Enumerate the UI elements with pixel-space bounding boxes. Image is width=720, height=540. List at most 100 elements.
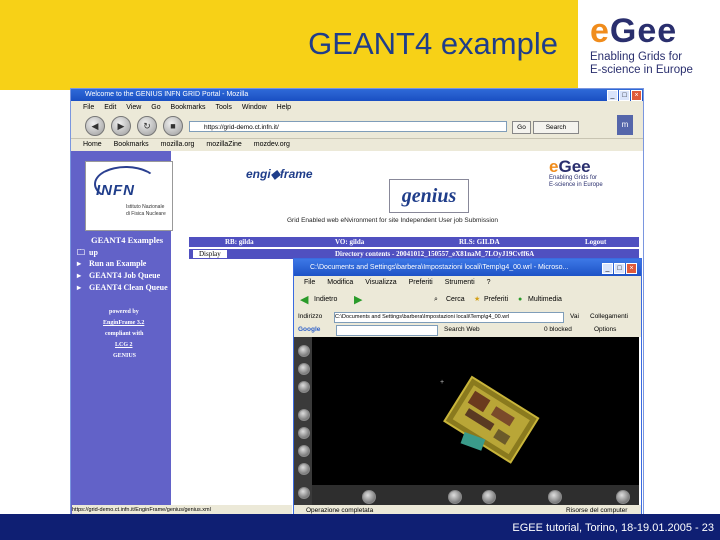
viewer-menu-file[interactable]: File [294, 279, 315, 286]
menu-view[interactable]: View [118, 104, 141, 111]
close-icon[interactable]: × [631, 90, 642, 101]
stop-button[interactable]: ■ [163, 116, 183, 136]
viewer-search-button[interactable]: Cerca [446, 290, 465, 310]
viewer-menu-visualizza[interactable]: Visualizza [355, 279, 396, 286]
viewer-nav-button[interactable] [298, 463, 310, 475]
menu-go[interactable]: Go [143, 104, 160, 111]
viewer-back-button[interactable]: Indietro [314, 290, 337, 310]
popup-blocker-label[interactable]: 0 blocked [544, 324, 572, 336]
viewer-menubar: File Modifica Visualizza Preferiti Strum… [294, 277, 641, 289]
viewer-bottom-button[interactable] [548, 490, 562, 504]
infn-label: INFN [96, 182, 135, 199]
viewer-toolbar: ◀ Indietro ▶ ⌕ Cerca ★ Preferiti ● Multi… [294, 290, 641, 310]
egee-tagline-2: E-science in Europe [590, 64, 693, 76]
google-toolbar: Google Search Web 0 blocked Options [294, 324, 641, 336]
viewer-close-icon[interactable]: × [626, 263, 637, 274]
reload-button[interactable]: ↻ [137, 116, 157, 136]
mozilla-menubar: File Edit View Go Bookmarks Tools Window… [71, 102, 643, 113]
menu-title: GEANT4 Examples [91, 235, 164, 245]
bookmarks-toolbar: Home Bookmarks mozilla.org mozillaZine m… [71, 138, 643, 152]
viewer-media-button[interactable]: Multimedia [528, 290, 562, 310]
bookmark-home[interactable]: Home [71, 141, 102, 148]
logout-link[interactable]: Logout [585, 237, 606, 247]
google-search-web-button[interactable]: Search Web [444, 324, 480, 336]
bookmark-mozillazine[interactable]: mozillaZine [196, 141, 241, 148]
powered-by-4[interactable]: LCG 2 [115, 342, 133, 348]
vo-label: VO: gilda [335, 238, 365, 246]
menu-job-queue-link[interactable]: GEANT4 Job Queue [89, 271, 160, 280]
arrow-icon: ▸ [77, 283, 82, 292]
google-search-input[interactable] [336, 325, 438, 336]
powered-by-3: compliant with [105, 331, 144, 337]
genius-logo: genius [389, 179, 469, 213]
viewer-nav-button[interactable] [298, 345, 310, 357]
portal-egee-logo: eGee [549, 157, 591, 176]
slide-footer-text: EGEE tutorial, Torino, 18-19.01.2005 - 2… [512, 522, 714, 534]
viewer-bottom-button[interactable] [448, 490, 462, 504]
minimize-icon[interactable]: _ [607, 90, 618, 101]
viewer-go-button[interactable]: Vai [570, 311, 579, 323]
viewer-bottom-button[interactable] [362, 490, 376, 504]
viewer-bottom-controls [312, 485, 639, 507]
rls-label: RLS: GILDA [459, 238, 500, 246]
google-options-button[interactable]: Options [594, 324, 616, 336]
display-button[interactable]: Display [193, 250, 227, 258]
viewer-menu-modifica[interactable]: Modifica [317, 279, 353, 286]
geant4-3d-scene[interactable]: + [312, 337, 639, 485]
menu-file[interactable]: File [71, 104, 94, 111]
slide-footer: EGEE tutorial, Torino, 18-19.01.2005 - 2… [0, 514, 720, 540]
viewer-bottom-button[interactable] [616, 490, 630, 504]
viewer-nav-button[interactable] [298, 487, 310, 499]
back-arrow-icon[interactable]: ◀ [300, 290, 308, 310]
slide-title: GEANT4 example [308, 26, 558, 61]
viewer-nav-button[interactable] [298, 427, 310, 439]
menu-help[interactable]: Help [269, 104, 291, 111]
google-logo: Google [298, 326, 321, 333]
viewer-nav-button[interactable] [298, 363, 310, 375]
bookmark-mozdev[interactable]: mozdev.org [244, 141, 290, 148]
viewer-nav-button[interactable] [298, 445, 310, 457]
menu-run-example-link[interactable]: Run an Example [89, 259, 146, 268]
back-button[interactable]: ◀ [85, 116, 105, 136]
vrml-viewer[interactable]: + [294, 337, 641, 509]
viewer-minimize-icon[interactable]: _ [602, 263, 613, 274]
powered-by-2[interactable]: EnginFrame 3.2 [103, 320, 144, 326]
go-button[interactable]: Go [512, 121, 531, 134]
infn-sub-1: Istituto Nazionale [126, 204, 165, 210]
search-button[interactable]: Search [533, 121, 579, 134]
viewer-favorites-button[interactable]: Preferiti [484, 290, 508, 310]
rb-label: RB: gilda [225, 238, 254, 246]
mozilla-titlebar: Welcome to the GENIUS INFN GRID Portal -… [71, 89, 643, 101]
viewer-menu-help[interactable]: ? [477, 279, 491, 286]
bookmark-bookmarks[interactable]: Bookmarks [104, 141, 149, 148]
viewer-nav-button[interactable] [298, 409, 310, 421]
viewer-nav-button[interactable] [298, 381, 310, 393]
portal-status-bar: RB: gilda VO: gilda RLS: GILDA Logout [189, 237, 639, 247]
menu-up-link[interactable]: up [89, 248, 98, 257]
arrow-icon: ▸ [77, 259, 82, 268]
bookmark-mozilla-org[interactable]: mozilla.org [151, 141, 195, 148]
forward-arrow-icon[interactable]: ▶ [354, 290, 362, 310]
viewer-titlebar: C:\Documents and Settings\barbera\Impost… [294, 259, 641, 276]
menu-window[interactable]: Window [234, 104, 267, 111]
forward-button[interactable]: ▶ [111, 116, 131, 136]
url-input[interactable]: https://grid-demo.ct.infn.it/ [189, 121, 507, 132]
menu-bookmarks[interactable]: Bookmarks [163, 104, 206, 111]
viewer-address-input[interactable]: C:\Documents and Settings\barbera\Impost… [334, 312, 564, 323]
viewer-maximize-icon[interactable]: □ [614, 263, 625, 274]
mozilla-throbber-icon: m [617, 115, 633, 135]
links-label[interactable]: Collegamenti [590, 311, 628, 323]
enginframe-logo: engi◆frame [246, 167, 313, 181]
menu-tools[interactable]: Tools [208, 104, 232, 111]
menu-edit[interactable]: Edit [96, 104, 116, 111]
menu-clean-queue-link[interactable]: GEANT4 Clean Queue [89, 283, 168, 292]
arrow-icon: ▸ [77, 271, 82, 280]
maximize-icon[interactable]: □ [619, 90, 630, 101]
viewer-bottom-button[interactable] [482, 490, 496, 504]
viewer-menu-preferiti[interactable]: Preferiti [399, 279, 433, 286]
viewer-menu-strumenti[interactable]: Strumenti [435, 279, 475, 286]
favorites-icon: ★ [474, 296, 481, 303]
egee-tagline-1: Enabling Grids for [590, 51, 683, 63]
media-icon: ● [518, 296, 523, 303]
viewer-window-title: C:\Documents and Settings\barbera\Impost… [310, 264, 569, 271]
